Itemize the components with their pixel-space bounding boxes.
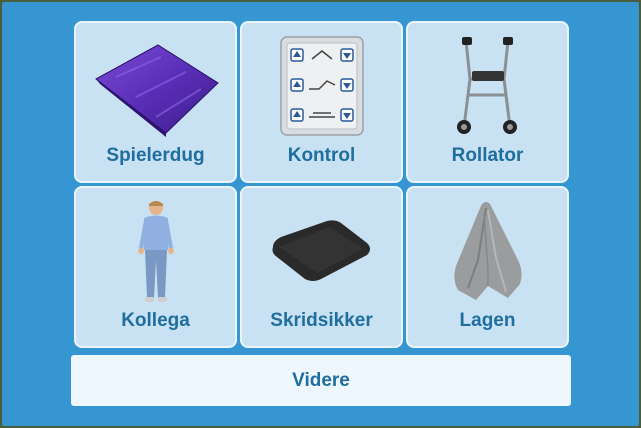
item-tile-kollega[interactable]: Kollega [74,186,237,348]
purple-slide-sheet-icon [94,44,219,137]
item-label: Kollega [121,310,190,331]
next-button[interactable]: Videre [71,355,571,406]
item-tile-spielerdug[interactable]: Spielerdug [74,21,237,183]
app-frame: Spielerdug Kontrol Rollator Kollega Skri… [2,2,639,426]
rollator-walker-icon [456,37,517,134]
item-label: Lagen [459,310,516,331]
item-tile-rollator[interactable]: Rollator [406,21,569,183]
bed-sheet-icon [453,202,522,300]
item-label: Skridsikker [270,310,373,331]
item-label: Rollator [451,145,524,166]
anti-slip-mat-icon [272,220,370,281]
item-tile-lagen[interactable]: Lagen [406,186,569,348]
colleague-person-icon [137,201,174,302]
item-label: Spielerdug [106,145,205,166]
item-tile-skridsikker[interactable]: Skridsikker [240,186,403,348]
item-grid: Spielerdug Kontrol Rollator Kollega Skri… [74,21,569,348]
bed-remote-control-icon [279,36,364,136]
item-label: Kontrol [287,145,356,166]
item-tile-kontrol[interactable]: Kontrol [240,21,403,183]
next-button-label: Videre [292,369,350,391]
